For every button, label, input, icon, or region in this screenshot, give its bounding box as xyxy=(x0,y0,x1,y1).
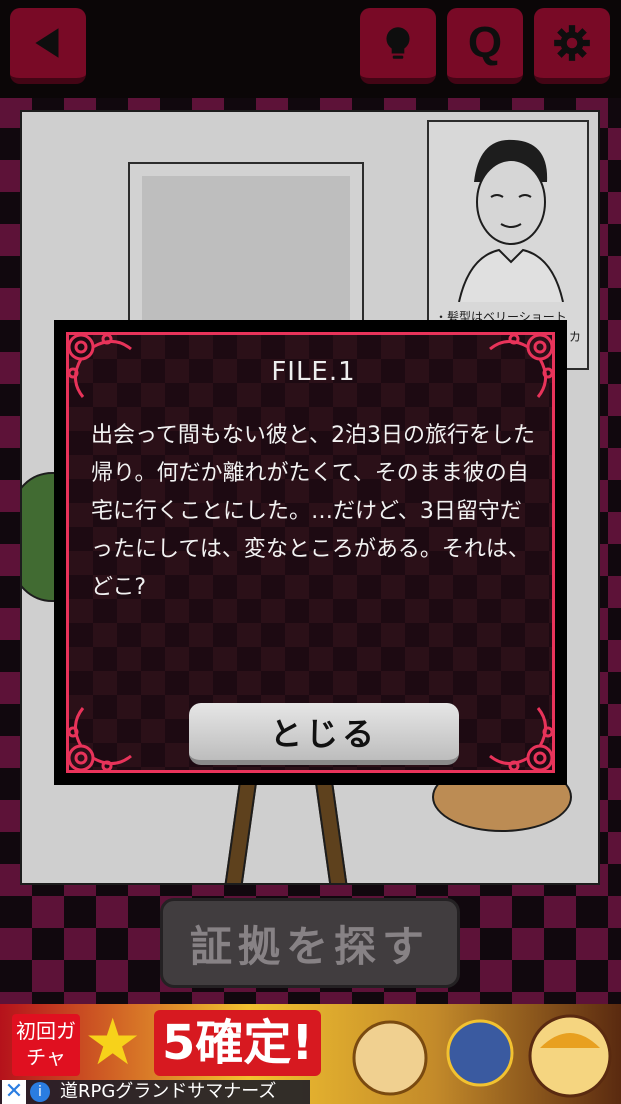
star-icon: ★ xyxy=(84,1006,142,1080)
ad-badge: 初回ガチャ xyxy=(12,1014,80,1076)
dialog-body: 出会って間もない彼と、2泊3日の旅行をした帰り。何だか離れがたくて、そのまま彼の… xyxy=(91,423,536,600)
file-dialog: FILE.1 出会って間もない彼と、2泊3日の旅行をした帰り。何だか離れがたくて… xyxy=(54,320,567,785)
ad-character-art-icon xyxy=(352,1014,612,1098)
ad-banner[interactable]: 初回ガチャ ★ 5確定! 道RPGグランドサマナーズ ✕ i xyxy=(0,1004,621,1104)
close-button[interactable]: とじる xyxy=(189,703,459,765)
dialog-title: FILE.1 xyxy=(271,357,356,387)
ad-headline: 5確定! xyxy=(154,1010,322,1076)
file-dialog-panel: FILE.1 出会って間もない彼と、2泊3日の旅行をした帰り。何だか離れがたくて… xyxy=(66,332,555,773)
ad-info-icon[interactable]: i xyxy=(30,1082,50,1102)
ad-close-icon[interactable]: ✕ xyxy=(2,1080,26,1104)
corner-ornament-icon xyxy=(489,707,554,772)
corner-ornament-icon xyxy=(67,707,132,772)
